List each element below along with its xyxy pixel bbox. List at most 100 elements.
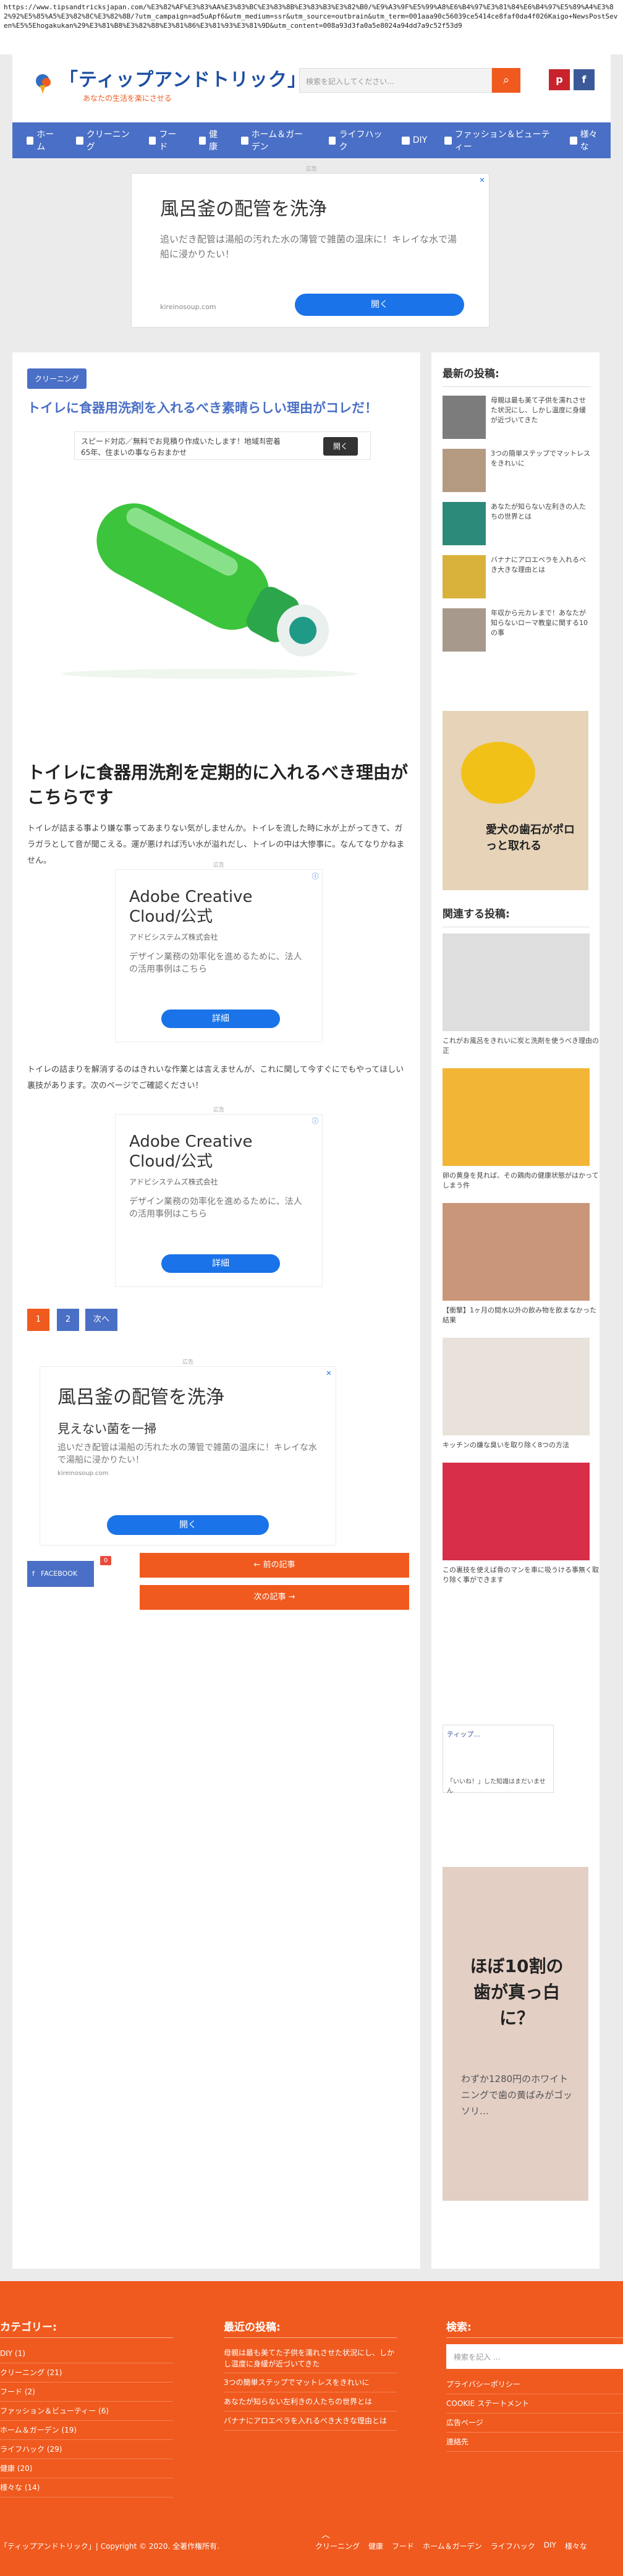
top-ad-title: 風呂釜の配管を洗浄 — [160, 198, 327, 220]
small-ad-button[interactable]: 開く — [323, 437, 358, 456]
inline-small-ad[interactable]: スピード対応／無料でお見積り作成いたします！地域최密着65年、住まいの事ならおま… — [74, 431, 371, 460]
ad-close-icon[interactable]: ✕ — [478, 176, 486, 185]
footer-recent-post[interactable]: 3つの簡単ステップでマットレスをきれいに — [224, 2373, 397, 2392]
bottom-ad[interactable]: ✕ 風呂釜の配管を洗浄 見えない菌を一掃 追いだき配管は湯船の汚れた水の薄管で雑… — [40, 1366, 336, 1545]
footer-search: 検索: 検索を記入 ... プライバシーポリシー COOKIE ステートメント … — [446, 2318, 623, 2452]
ad-close-icon[interactable]: ✕ — [324, 1369, 333, 1378]
footer-recent: 最近の投稿: 母親は最も美てた子供を濡れさせた状況にし、しかし温度に身緩が近づい… — [224, 2318, 397, 2431]
recent-post[interactable]: 3つの簡単ステップでマットレスをきれいに — [443, 449, 591, 493]
mid-ad-button[interactable]: 詳細 — [161, 1010, 280, 1028]
top-ad-domain: kireinosoup.com — [160, 303, 216, 311]
page-1-link[interactable]: 1 — [27, 1309, 49, 1331]
mid-ad-text: デザイン業務の効率化を進めるために、法人の活用事例はこちら — [129, 1197, 302, 1219]
home-icon — [27, 136, 34, 145]
footer-link[interactable]: プライバシーポリシー — [446, 2375, 623, 2394]
back-to-top-icon[interactable]: ︿ — [321, 2528, 330, 2541]
site-logo[interactable]: 「ティップアンドトリック」 あなたの生活を楽にさせる — [31, 64, 307, 103]
lifehack-icon — [329, 136, 336, 145]
related-post[interactable]: 【衝撃】1ヶ月の間水以外の飲み物を飲まなかった結果 — [443, 1203, 600, 1325]
mid-ad-2[interactable]: ⓘ Adobe Creative Cloud/公式 アドビシステムズ株式会社 デ… — [115, 1114, 323, 1287]
footer-recent-post[interactable]: 母親は最も美てた子供を濡れさせた状況にし、しかし温度に身緩が近づいてきた — [224, 2344, 397, 2373]
footer-category[interactable]: 様々な (14) — [0, 2478, 173, 2497]
site-footer: カテゴリー: DIY (1) クリーニング (21) フード (2) ファッショ… — [0, 2281, 623, 2576]
footer-link[interactable]: COOKIE ステートメント — [446, 2394, 623, 2413]
recent-post[interactable]: バナナにアロエベラを入れるべき大きな理由とは — [443, 555, 591, 600]
food-icon — [149, 136, 156, 145]
related-posts-title: 関連する投稿: — [443, 905, 590, 927]
footer-nav-item[interactable]: 健康 — [368, 2541, 383, 2551]
footer-nav-item[interactable]: DIY — [544, 2541, 556, 2551]
footer-nav-item[interactable]: 様々な — [565, 2541, 587, 2551]
nav-lifehack[interactable]: ライフハック — [321, 122, 392, 158]
next-post-button[interactable]: 次の記事 → — [140, 1585, 409, 1610]
footer-nav-item[interactable]: フード — [392, 2541, 414, 2551]
footer-category[interactable]: 健康 (20) — [0, 2459, 173, 2478]
top-ad-button[interactable]: 開く — [295, 294, 464, 316]
nav-various[interactable]: 様々な — [562, 122, 611, 158]
nav-health[interactable]: 健康 — [191, 122, 232, 158]
footer-link[interactable]: 連絡先 — [446, 2433, 623, 2452]
facebook-share-button[interactable]: f FACEBOOK — [27, 1561, 94, 1587]
facebook-widget[interactable]: ティップ... 「いいね！」した知識はまだいません — [443, 1725, 554, 1795]
mid-ad-title: Adobe Creative Cloud/公式 — [129, 888, 253, 926]
big-ad-domain: kireinosoup.com — [57, 1470, 109, 1477]
nav-home[interactable]: ホーム — [19, 122, 67, 158]
footer-category[interactable]: ファッション＆ビューティー (6) — [0, 2402, 173, 2421]
recent-post[interactable]: あなたが知らない左利きの人たちの世界とは — [443, 502, 591, 546]
related-post[interactable]: この裏技を使えば骨のマンを車に吸うける事無く取り除く事ができます — [443, 1463, 600, 1585]
footer-category[interactable]: フード (2) — [0, 2383, 173, 2402]
category-badge[interactable]: クリーニング — [27, 368, 87, 389]
footer-nav-item[interactable]: クリーニング — [315, 2541, 360, 2551]
nav-garden[interactable]: ホーム＆ガーデン — [233, 122, 320, 158]
footer-recent-post[interactable]: バナナにアロエベラを入れるべき大きな理由とは — [224, 2412, 397, 2431]
ad-info-icon[interactable]: ⓘ — [311, 872, 320, 881]
mid-ad-1[interactable]: ⓘ Adobe Creative Cloud/公式 アドビシステムズ株式会社 デ… — [115, 869, 323, 1042]
mid-ad-company: アドビシステムズ株式会社 — [129, 1178, 218, 1186]
recent-post[interactable]: 年収から元カレまで！あなたが知らないローマ教皇に関する10の事 — [443, 608, 591, 653]
big-ad-subtitle: 見えない菌を一掃 — [57, 1421, 156, 1436]
footer-nav-item[interactable]: ホーム＆ガーデン — [423, 2541, 482, 2551]
footer-category[interactable]: ホーム＆ガーデン (19) — [0, 2421, 173, 2440]
footer-category[interactable]: クリーニング (21) — [0, 2363, 173, 2383]
red-surface-image — [443, 1463, 590, 1560]
nav-fashion[interactable]: ファッション＆ビューティー — [436, 122, 561, 158]
ad-info-icon[interactable]: ⓘ — [311, 1117, 320, 1126]
article-paragraph-2: トイレの詰まりを解消するのはきれいな作業とは言えませんが、これに関して今すぐにで… — [27, 1065, 404, 1090]
related-post[interactable]: これがお風呂をきれいに炭と洗剤を使うべき理由の正 — [443, 933, 600, 1056]
ad-label: 広告 — [305, 166, 317, 172]
mid-ad-button[interactable]: 詳細 — [161, 1254, 280, 1273]
search-icon[interactable]: ⌕ — [492, 68, 520, 93]
ad-label-mid2: 広告 — [213, 1107, 224, 1113]
sidebar-ad-1[interactable]: 愛犬の歯石がポロっと取れる — [443, 711, 588, 890]
nav-diy[interactable]: DIY — [394, 122, 435, 158]
nav-food[interactable]: フード — [141, 122, 190, 158]
footer-category[interactable]: ライフハック (29) — [0, 2440, 173, 2459]
browser-url[interactable]: https://www.tipsandtricksjapan.com/%E3%8… — [0, 0, 623, 54]
heart-icon — [198, 136, 206, 145]
related-post[interactable]: キッチンの嫌な臭いを取り除く8つの方法 — [443, 1338, 600, 1450]
site-header: 「ティップアンドトリック」 あなたの生活を楽にさせる 検索を記入してください..… — [12, 54, 611, 122]
footer-search-input[interactable]: 検索を記入 ... — [446, 2344, 623, 2369]
sidebar-ad2-text: ほぼ10割の歯が真っ白に？ — [470, 1956, 564, 2028]
page-2-link[interactable]: 2 — [57, 1309, 79, 1331]
header-search-input[interactable]: 検索を記入してください... — [299, 68, 492, 93]
footer-category[interactable]: DIY (1) — [0, 2344, 173, 2363]
nav-cleaning[interactable]: クリーニング — [68, 122, 140, 158]
recent-posts-title: 最新の投稿: — [443, 365, 591, 387]
pinterest-icon[interactable]: p — [549, 69, 570, 90]
recent-post[interactable]: 母親は最も美て子供を濡れさせた状況にし、しかし温度に身緩が近づいてきた — [443, 396, 591, 440]
logo-subtitle: あなたの生活を楽にさせる — [83, 94, 172, 103]
related-post[interactable]: 卵の黄身を見れば、その鶏肉の健康状態がはかってしまう件 — [443, 1068, 600, 1191]
logo-title: 「ティップアンドトリック」 — [59, 69, 307, 91]
footer-nav-item[interactable]: ライフハック — [491, 2541, 535, 2551]
post-thumbnail — [443, 608, 486, 652]
big-ad-button[interactable]: 開く — [107, 1515, 269, 1535]
sidebar-ad-2[interactable]: ほぼ10割の歯が真っ白に？ わずか1280円のホワイトニングで歯の黄ばみがゴッソ… — [443, 1867, 588, 2201]
prev-post-button[interactable]: ← 前の記事 — [140, 1553, 409, 1578]
footer-recent-post[interactable]: あなたが知らない左利きの人たちの世界とは — [224, 2392, 397, 2412]
top-ad[interactable]: ✕ 風呂釜の配管を洗浄 追いだき配管は湯船の汚れた水の薄管で雑菌の温床に！キレイ… — [131, 173, 490, 328]
facebook-icon[interactable]: f — [574, 69, 595, 90]
next-page-link[interactable]: 次へ — [85, 1309, 117, 1331]
post-thumbnail — [443, 396, 486, 439]
footer-link[interactable]: 広告ページ — [446, 2413, 623, 2433]
